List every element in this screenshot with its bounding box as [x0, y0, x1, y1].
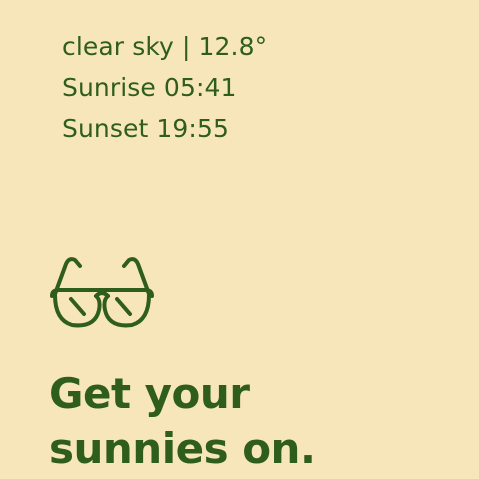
- sunnies-message: Get your sunnies on.: [49, 366, 316, 476]
- sunrise-time: Sunrise 05:41: [62, 73, 237, 102]
- message-line-1: Get your: [49, 369, 250, 418]
- sunset-time: Sunset 19:55: [62, 114, 229, 143]
- weather-condition-temperature: clear sky | 12.8°: [62, 32, 268, 61]
- sunglasses-icon: [50, 257, 154, 328]
- message-line-2: sunnies on.: [49, 424, 316, 473]
- weather-info: clear sky | 12.8° Sunrise 05:41 Sunset 1…: [62, 26, 267, 149]
